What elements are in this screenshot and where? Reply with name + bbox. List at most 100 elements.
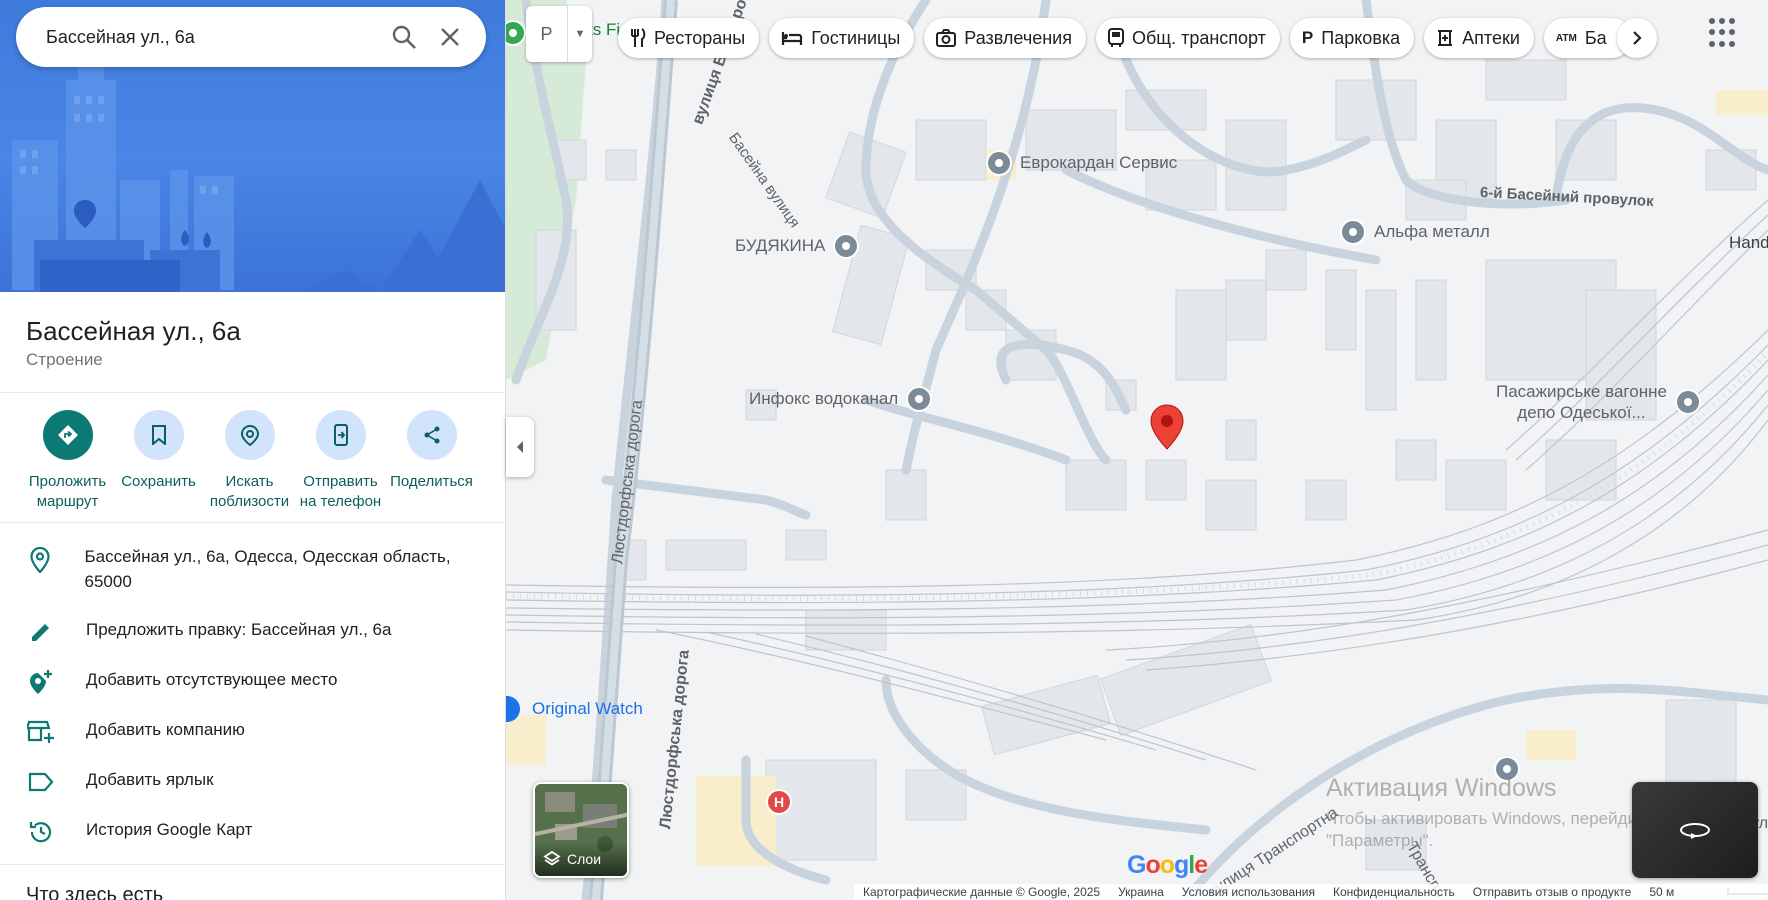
chip-parking[interactable]: P Парковка — [1289, 18, 1415, 58]
add-location-icon — [26, 667, 56, 697]
poi-original-watch[interactable]: Original Watch — [506, 696, 643, 722]
google-logo: Google — [1127, 851, 1208, 879]
parking-icon: P — [1301, 28, 1314, 47]
poi-evrokardan[interactable]: Еврокардан Сервис — [986, 150, 1177, 176]
add-place-row[interactable]: Добавить отсутствующее место — [0, 667, 505, 717]
rotate-360-icon — [1680, 823, 1710, 839]
history-text: История Google Карт — [86, 820, 253, 839]
poi-infoks[interactable]: Инфокс водоканал — [749, 386, 933, 412]
divider — [0, 392, 505, 393]
map-data-credit: Картографические данные © Google, 2025 — [863, 885, 1101, 899]
suggest-edit-row[interactable]: Предложить правку: Бассейная ул., 6а — [0, 617, 505, 667]
location-pin-icon — [26, 545, 55, 575]
layers-button[interactable]: Слои — [533, 782, 629, 878]
directions-toggle[interactable]: Р ▼ — [526, 6, 592, 62]
footer-feedback-link[interactable]: Отправить отзыв о продукте — [1473, 885, 1632, 899]
layers-label-row: Слои — [535, 842, 627, 876]
poi-lets-fit[interactable]: ts Fi — [588, 20, 620, 40]
poi-label: Original Watch — [532, 699, 643, 718]
google-apps-icon[interactable] — [1709, 18, 1739, 48]
footer-privacy-link[interactable]: Конфиденциальность — [1333, 885, 1455, 899]
poi-pin-icon — [833, 233, 860, 259]
scale-label[interactable]: 50 м — [1649, 885, 1674, 899]
poi-hand-wash[interactable]: Hand wa — [1729, 233, 1768, 253]
bed-icon — [782, 32, 803, 45]
map-canvas[interactable]: вулиця Водопровідна Басейна вулиця Люстд… — [506, 0, 1768, 900]
chip-label: Ба — [1584, 27, 1607, 48]
close-icon[interactable] — [430, 17, 470, 57]
directions-button[interactable]: Проложить маршрут — [22, 410, 113, 512]
selected-place-marker[interactable] — [1150, 404, 1184, 455]
layers-icon — [543, 850, 561, 866]
poi-label: ts Fi — [588, 20, 621, 39]
bus-icon — [1107, 28, 1124, 47]
map-pin-icon — [1150, 404, 1184, 450]
place-title: Бассейная ул., 6а — [26, 316, 241, 346]
poi-edge[interactable] — [506, 20, 526, 46]
divider — [0, 522, 505, 523]
action-label: Проложить маршрут — [28, 473, 107, 510]
map-base — [506, 0, 1768, 900]
place-panel: Бассейная ул., 6а Бассейная ул., 6а Стро… — [0, 0, 506, 900]
address-text: Бассейная ул., 6а, Одесса, Одесская обла… — [84, 547, 451, 591]
history-icon — [26, 817, 56, 847]
footer-terms-link[interactable]: Условия использования — [1182, 885, 1315, 899]
footer-country-link[interactable]: Украина — [1118, 885, 1164, 899]
chip-label: Развлечения — [964, 27, 1072, 48]
history-row[interactable]: История Google Карт — [0, 817, 505, 867]
chips-next-button[interactable] — [1617, 18, 1657, 58]
route-icon[interactable]: Р — [526, 6, 568, 62]
directions-icon — [42, 410, 93, 460]
collapse-panel-button[interactable] — [506, 417, 534, 477]
send-to-phone-button[interactable]: Отправить на телефон — [295, 410, 386, 512]
poi-label: Hand wa — [1729, 233, 1768, 252]
add-business-icon — [26, 717, 56, 747]
google-maps-app: вулиця Водопровідна Басейна вулиця Люстд… — [0, 0, 1768, 900]
chip-restaurants[interactable]: Рестораны — [618, 18, 760, 58]
send-to-phone-icon — [315, 410, 366, 460]
camera-icon — [936, 29, 957, 47]
save-button[interactable]: Сохранить — [113, 410, 204, 512]
add-place-text: Добавить отсутствующее место — [86, 670, 338, 689]
search-input[interactable]: Бассейная ул., 6а — [46, 27, 378, 48]
chevron-left-icon — [517, 441, 523, 453]
category-chips: Рестораны Гостиницы Развлечения Общ. тра… — [618, 18, 1642, 58]
search-icon[interactable] — [384, 17, 424, 57]
pencil-icon — [26, 617, 56, 647]
route-label: Р — [540, 23, 553, 44]
hospital-icon[interactable]: H — [766, 789, 792, 815]
poi-pin-icon — [1674, 389, 1701, 415]
street-view-thumbnail[interactable] — [1632, 782, 1758, 878]
action-label: Отправить на телефон — [299, 473, 382, 510]
chevron-down-icon[interactable]: ▼ — [568, 6, 592, 62]
share-icon — [406, 410, 457, 460]
search-box[interactable]: Бассейная ул., 6а — [16, 7, 486, 67]
chip-hotels[interactable]: Гостиницы — [769, 18, 915, 58]
park-icon — [506, 20, 526, 46]
action-label: Сохранить — [121, 473, 196, 490]
share-button[interactable]: Поделиться — [386, 410, 477, 512]
place-category: Строение — [26, 350, 103, 369]
hospital-letter: H — [773, 794, 785, 810]
add-label-text: Добавить ярлык — [86, 770, 214, 789]
add-business-text: Добавить компанию — [86, 720, 245, 739]
chevron-right-icon — [1633, 31, 1642, 45]
add-business-row[interactable]: Добавить компанию — [0, 717, 505, 767]
address-row[interactable]: Бассейная ул., 6а, Одесса, Одесская обла… — [0, 545, 505, 617]
chip-entertainment[interactable]: Развлечения — [924, 18, 1086, 58]
poi-pin-icon — [986, 150, 1012, 176]
poi-alfa-metall[interactable]: Альфа металл — [1340, 219, 1490, 245]
chip-label: Парковка — [1321, 27, 1401, 48]
poi-label: Альфа металл — [1374, 222, 1490, 241]
place-info-list: Бассейная ул., 6а, Одесса, Одесская обла… — [0, 545, 505, 867]
add-label-row[interactable]: Добавить ярлык — [0, 767, 505, 817]
poi-depo[interactable]: Пасажирське вагонне депо Одеської... — [1496, 381, 1701, 423]
section-title: Что здесь есть — [26, 884, 164, 900]
action-label: Искать поблизости — [209, 473, 290, 510]
nearby-button[interactable]: Искать поблизости — [204, 410, 295, 512]
chip-transit[interactable]: Общ. транспорт — [1095, 18, 1280, 58]
chip-label: Общ. транспорт — [1131, 27, 1266, 48]
poi-budyakina[interactable]: БУДЯКИНА — [735, 233, 860, 259]
chip-pharmacies[interactable]: Аптеки — [1424, 18, 1534, 58]
poi-label: БУДЯКИНА — [735, 236, 826, 255]
